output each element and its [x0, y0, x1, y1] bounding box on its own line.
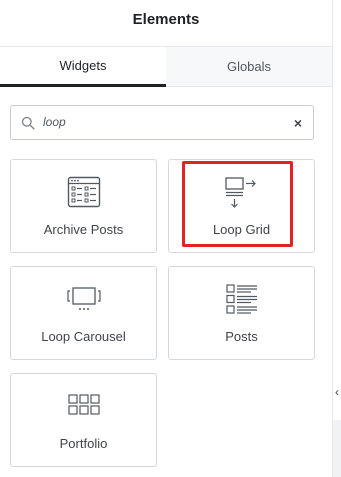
widget-posts[interactable]: Posts: [168, 266, 315, 360]
portfolio-icon: [11, 390, 156, 420]
panel-title: Elements: [132, 10, 200, 28]
elements-panel: Elements Widgets Globals ×: [0, 0, 333, 477]
loop-grid-icon: [169, 176, 314, 210]
search-box: ×: [10, 105, 314, 140]
clear-search-button[interactable]: ×: [283, 115, 313, 131]
archive-posts-icon: [11, 176, 156, 208]
tab-globals[interactable]: Globals: [166, 47, 332, 87]
widget-label: Loop Carousel: [41, 329, 126, 344]
widget-portfolio[interactable]: Portfolio: [10, 373, 157, 467]
loop-carousel-icon: [11, 283, 156, 315]
panel-tabs: Widgets Globals: [0, 46, 332, 87]
widget-label: Loop Grid: [212, 222, 271, 237]
chevron-left-icon: ‹: [335, 385, 339, 399]
editor-edge-strip: [333, 420, 341, 477]
widget-label: Posts: [225, 329, 258, 344]
widget-label: Archive Posts: [43, 222, 124, 237]
widget-loop-carousel[interactable]: Loop Carousel: [10, 266, 157, 360]
search-icon: [13, 116, 43, 130]
widget-archive-posts[interactable]: Archive Posts: [10, 159, 157, 253]
posts-icon: [169, 283, 314, 315]
search-input[interactable]: [43, 114, 283, 131]
widget-loop-grid[interactable]: Loop Grid: [168, 159, 315, 253]
widget-label: Portfolio: [59, 436, 108, 451]
collapse-panel-button[interactable]: ‹: [333, 379, 341, 405]
tab-widgets[interactable]: Widgets: [0, 47, 166, 87]
